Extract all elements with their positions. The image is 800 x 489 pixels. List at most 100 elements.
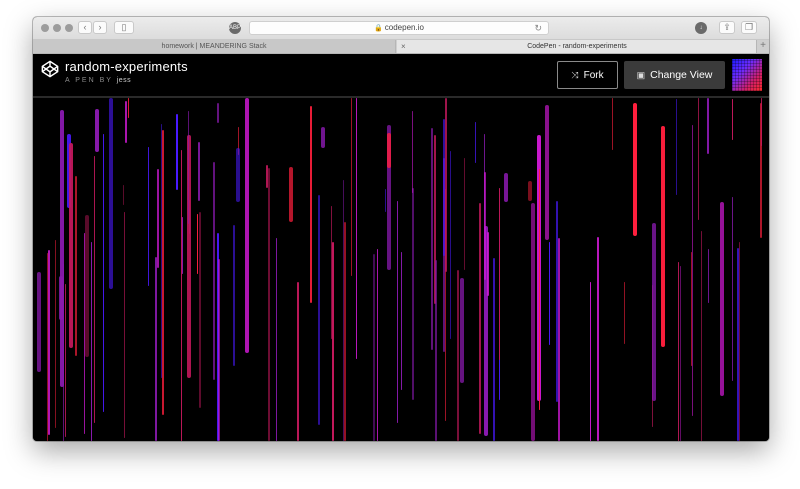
streak-line [37, 272, 41, 372]
streak-line [289, 167, 293, 222]
fork-label: Fork [583, 70, 604, 81]
streak-line [431, 128, 433, 350]
streak-line [332, 242, 334, 441]
zoom-window-button[interactable] [65, 24, 73, 32]
streak-line [412, 188, 414, 400]
streak-line [75, 176, 77, 356]
streak-line [732, 197, 733, 381]
tab-homework[interactable]: homework | MEANDERING Stack [33, 40, 396, 53]
close-window-button[interactable] [41, 24, 49, 32]
streak-line [676, 99, 677, 195]
download-icon[interactable]: ↓ [695, 22, 707, 34]
streak-line [125, 101, 127, 143]
streak-line [182, 217, 183, 274]
streak-line [55, 240, 56, 428]
streak-line [84, 233, 85, 434]
streak-line [701, 231, 702, 441]
address-bar[interactable]: 🔒 codepen.io ↻ [249, 21, 549, 35]
streak-line [95, 109, 99, 152]
sidebar-button[interactable]: ▯ [114, 21, 134, 34]
streak-line [94, 156, 95, 423]
streak-line [181, 150, 182, 441]
change-view-label: Change View [650, 69, 713, 81]
streak-line [236, 148, 240, 202]
streak-line [698, 98, 699, 220]
pen-preview [33, 98, 769, 441]
streak-line [761, 98, 762, 146]
tab-label: CodePen - random-experiments [527, 43, 627, 50]
streak-line [268, 168, 270, 441]
back-button[interactable]: ‹ [78, 21, 92, 34]
streak-line [692, 125, 693, 416]
streak-line [176, 114, 178, 190]
tabs-icon: ❐ [744, 22, 754, 32]
streak-line [343, 180, 344, 441]
user-avatar[interactable] [732, 59, 762, 91]
streak-line [539, 169, 540, 410]
streak-line [63, 264, 64, 441]
streak-line [356, 98, 357, 359]
streak-line [556, 201, 558, 402]
streak-line [597, 237, 599, 441]
streak-line [377, 249, 378, 441]
streak-line [188, 111, 189, 224]
tab-close-icon[interactable]: × [401, 40, 406, 53]
streak-line [162, 130, 164, 415]
streak-line [397, 201, 398, 423]
privacy-icon[interactable]: ABP [229, 22, 241, 34]
streak-line [680, 266, 681, 441]
streak-line [590, 282, 591, 441]
streak-line [157, 169, 159, 268]
streak-line [652, 223, 656, 401]
streak-line [65, 284, 66, 437]
streak-line [412, 111, 413, 193]
streak-line [318, 195, 320, 425]
streak-line [484, 172, 486, 280]
fork-button[interactable]: ⤨ Fork [557, 61, 618, 89]
streak-line [213, 162, 215, 380]
pen-byline: A PEN BY jess [65, 77, 131, 84]
streak-line [708, 249, 709, 303]
streak-line [161, 124, 162, 378]
minimize-window-button[interactable] [53, 24, 61, 32]
streak-line [351, 98, 352, 276]
browser-window: ‹ › ▯ ABP 🔒 codepen.io ↻ ↓ ⇪ ❐ homework |… [33, 17, 769, 441]
streak-line [197, 214, 198, 274]
streak-line [661, 126, 665, 347]
preview-canvas [37, 98, 762, 441]
change-view-button[interactable]: ▣ Change View [624, 61, 725, 89]
streak-line [198, 142, 200, 201]
streak-line [558, 238, 560, 441]
new-tab-button[interactable]: + [756, 40, 769, 53]
streak-line [737, 248, 739, 441]
streak-line [549, 242, 550, 345]
codepen-logo-icon[interactable] [41, 60, 59, 78]
streak-line [545, 105, 549, 240]
streak-line [48, 250, 50, 435]
streak-line [85, 215, 89, 357]
tabs-button[interactable]: ❐ [741, 21, 757, 34]
streak-line [475, 122, 476, 163]
streak-line [612, 98, 613, 150]
streak-line [633, 103, 637, 236]
streak-line [464, 158, 465, 270]
browser-toolbar: ‹ › ▯ ABP 🔒 codepen.io ↻ ↓ ⇪ ❐ [33, 17, 769, 40]
streak-line [47, 253, 48, 441]
streak-line [266, 165, 268, 188]
streak-line [720, 202, 724, 396]
streak-line [199, 212, 201, 408]
streak-line [499, 188, 500, 360]
share-button[interactable]: ⇪ [719, 21, 735, 34]
reload-icon[interactable]: ↻ [534, 22, 542, 34]
streak-line [218, 259, 220, 441]
forward-button[interactable]: › [93, 21, 107, 34]
streak-line [707, 98, 709, 154]
streak-line [276, 238, 277, 441]
streak-line [217, 103, 219, 123]
streak-line [624, 282, 625, 344]
streak-line [493, 258, 495, 441]
tab-codepen[interactable]: CodePen - random-experiments [397, 40, 757, 53]
streak-line [435, 260, 437, 441]
streak-line [123, 185, 124, 205]
author-link[interactable]: jess [117, 77, 131, 84]
